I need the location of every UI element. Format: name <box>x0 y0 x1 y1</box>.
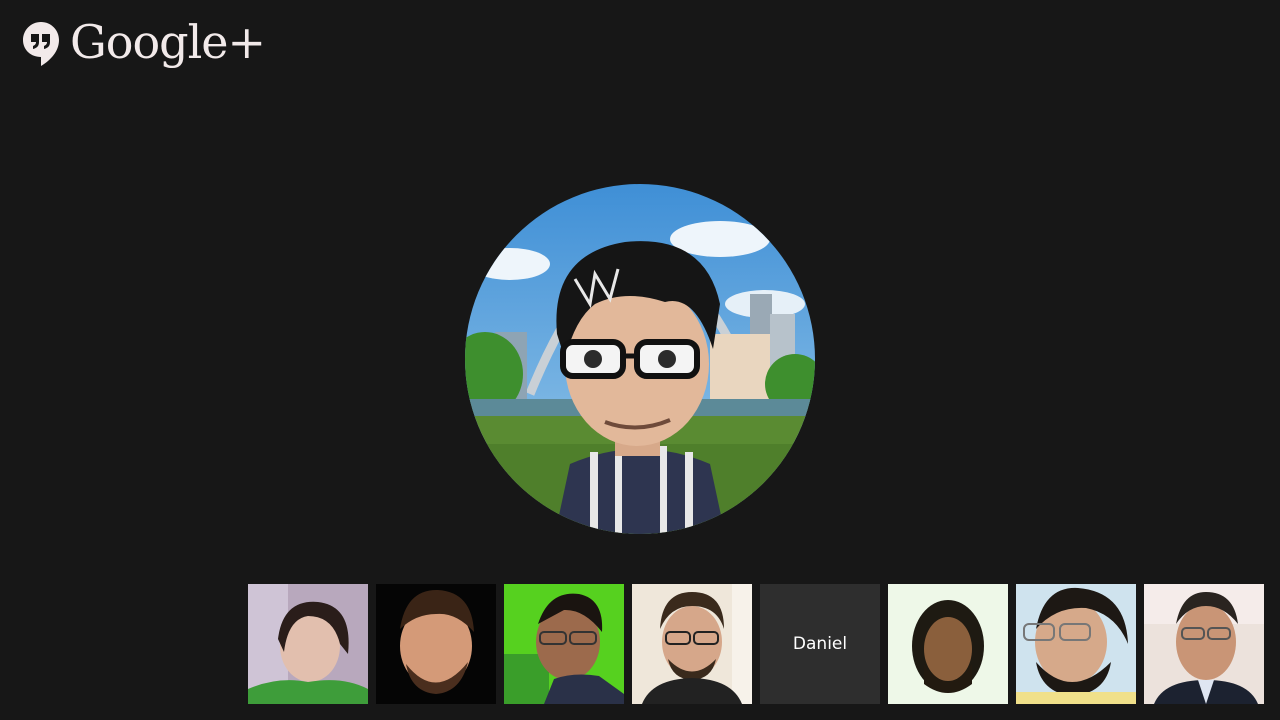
participant-video <box>632 584 752 704</box>
participant-tile[interactable] <box>376 584 496 704</box>
hangouts-quote-icon <box>23 22 59 66</box>
participant-video <box>376 584 496 704</box>
participant-name-tile[interactable]: Daniel <box>760 584 880 704</box>
brand-name: Google+ <box>70 15 266 69</box>
main-speaker-video[interactable] <box>465 184 815 534</box>
hangout-screen: Google+ Daniel <box>0 0 1280 720</box>
participant-tile[interactable] <box>888 584 1008 704</box>
participant-tile[interactable] <box>632 584 752 704</box>
participant-name: Daniel <box>792 634 848 654</box>
participant-tile[interactable] <box>1144 584 1264 704</box>
main-speaker-avatar <box>465 184 815 534</box>
brand-logo: Google+ <box>22 15 266 69</box>
participant-video <box>248 584 368 704</box>
participant-video <box>504 584 624 704</box>
participant-video <box>1144 584 1264 704</box>
participant-video <box>888 584 1008 704</box>
participant-filmstrip: Daniel <box>248 584 1264 704</box>
participant-tile[interactable] <box>504 584 624 704</box>
participant-tile[interactable] <box>1016 584 1136 704</box>
participant-tile[interactable] <box>248 584 368 704</box>
participant-video <box>1016 584 1136 704</box>
